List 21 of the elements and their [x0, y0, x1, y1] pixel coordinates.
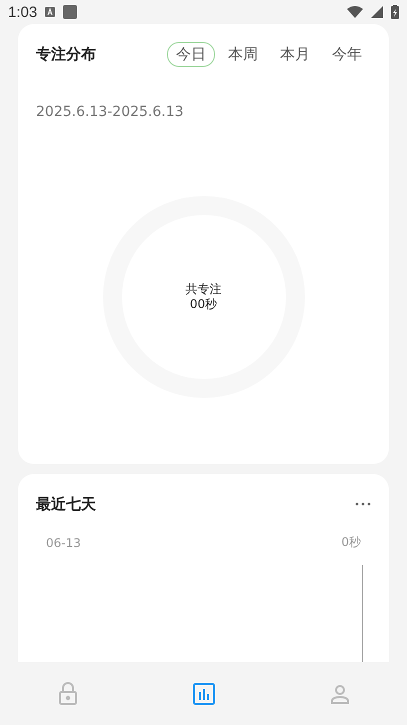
ring-value: 00秒 [190, 297, 218, 312]
more-icon[interactable] [355, 502, 371, 506]
ring-label: 共专注 [186, 282, 222, 297]
person-icon [330, 684, 350, 704]
lock-icon [58, 682, 78, 706]
card-title: 最近七天 [36, 494, 96, 514]
notification-icon [63, 5, 78, 19]
status-time: 1:03 [8, 4, 38, 20]
period-tab[interactable]: 今年 [323, 42, 371, 66]
period-tab[interactable]: 今日 [167, 42, 215, 66]
period-tab[interactable]: 本周 [219, 42, 267, 66]
date-range: 2025.6.13-2025.6.13 [36, 104, 184, 120]
date-label: 06-13 [46, 536, 81, 550]
wifi-icon [347, 6, 363, 18]
card-title: 专注分布 [36, 44, 96, 64]
signal-icon [371, 6, 383, 18]
notification-icon [45, 7, 56, 17]
duration-value: 0秒 [341, 534, 361, 551]
battery-icon [391, 5, 399, 19]
period-tab[interactable]: 本月 [271, 42, 319, 66]
bar-chart-icon [192, 682, 214, 704]
